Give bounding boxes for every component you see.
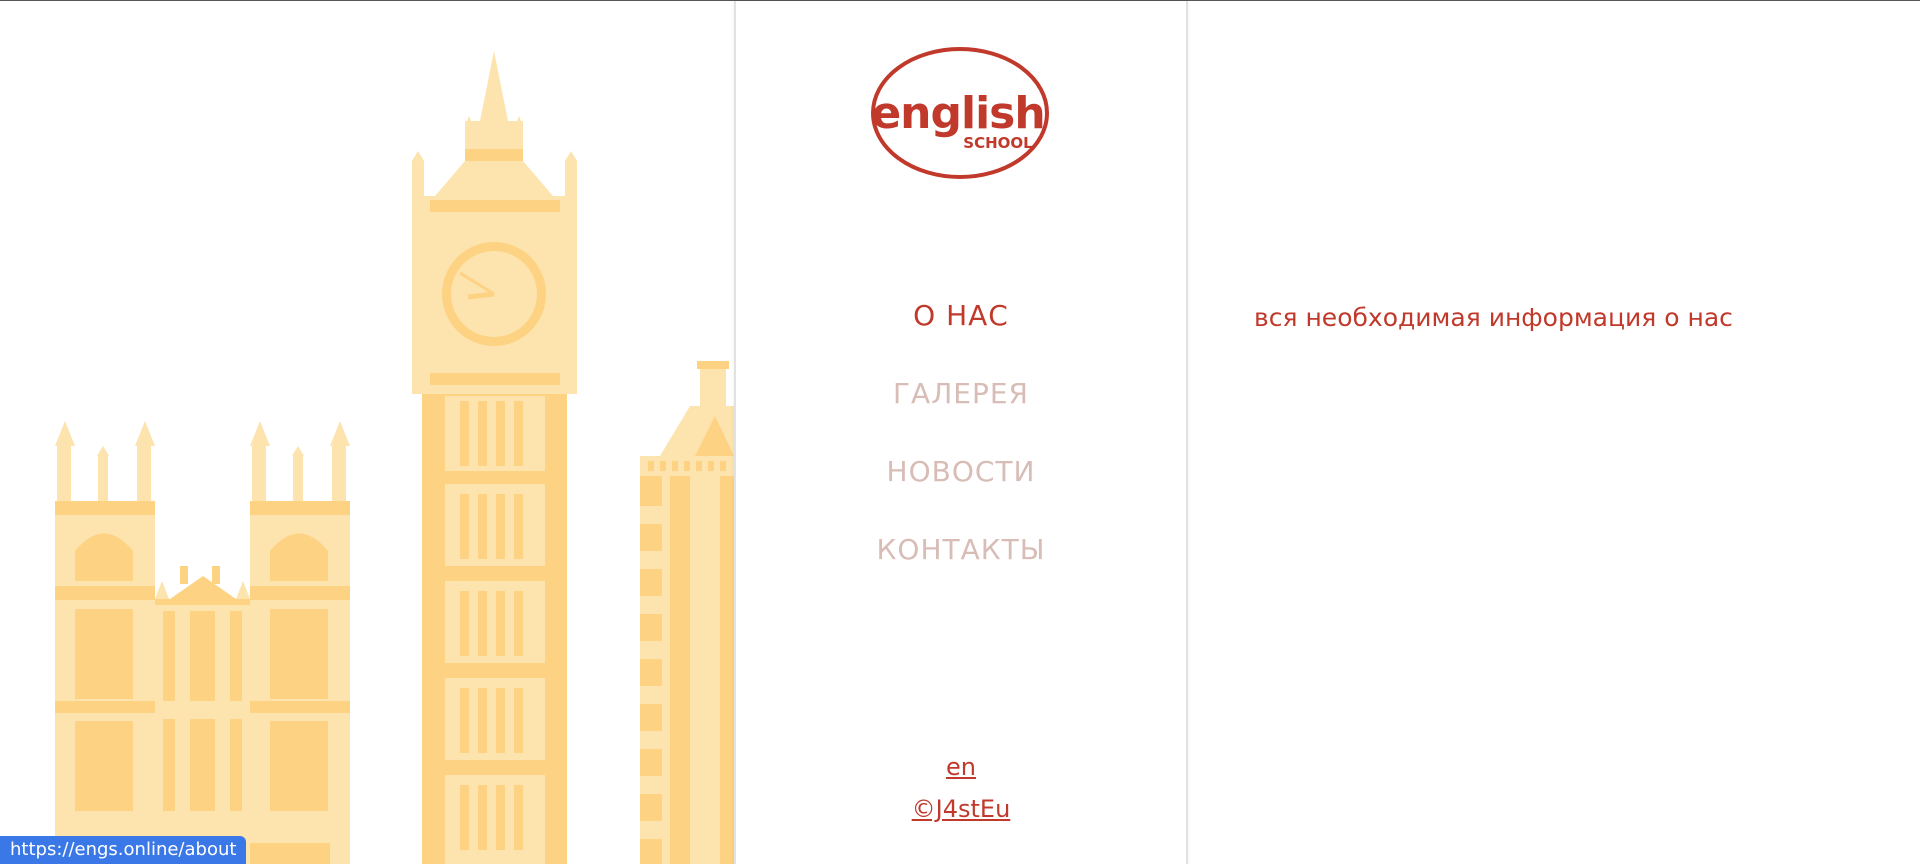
language-switch-link[interactable]: en — [736, 753, 1186, 781]
london-skyline-illustration — [55, 51, 734, 864]
english-school-logo[interactable]: english SCHOOL — [870, 46, 1050, 180]
author-credit-link[interactable]: ©J4stEu — [736, 795, 1186, 823]
nav-item-gallery[interactable]: ГАЛЕРЕЯ — [736, 377, 1186, 410]
right-building — [640, 361, 734, 864]
svg-text:SCHOOL: SCHOOL — [963, 134, 1033, 152]
nav-item-contacts[interactable]: КОНТАКТЫ — [736, 533, 1186, 566]
about-description: вся необходимая информация о нас — [1254, 303, 1733, 332]
content-panel: вся необходимая информация о нас — [1188, 1, 1920, 864]
nav-item-about[interactable]: О НАС — [736, 299, 1186, 332]
nav-item-news[interactable]: НОВОСТИ — [736, 455, 1186, 488]
parliament-building — [55, 421, 350, 864]
link-preview-status-bar: https://engs.online/about — [0, 836, 247, 864]
svg-text:english: english — [871, 88, 1044, 139]
big-ben-tower — [412, 51, 577, 864]
london-illustration-panel — [0, 1, 734, 864]
navigation-panel: english SCHOOL О НАС ГАЛЕРЕЯ НОВОСТИ КОН… — [734, 1, 1188, 864]
